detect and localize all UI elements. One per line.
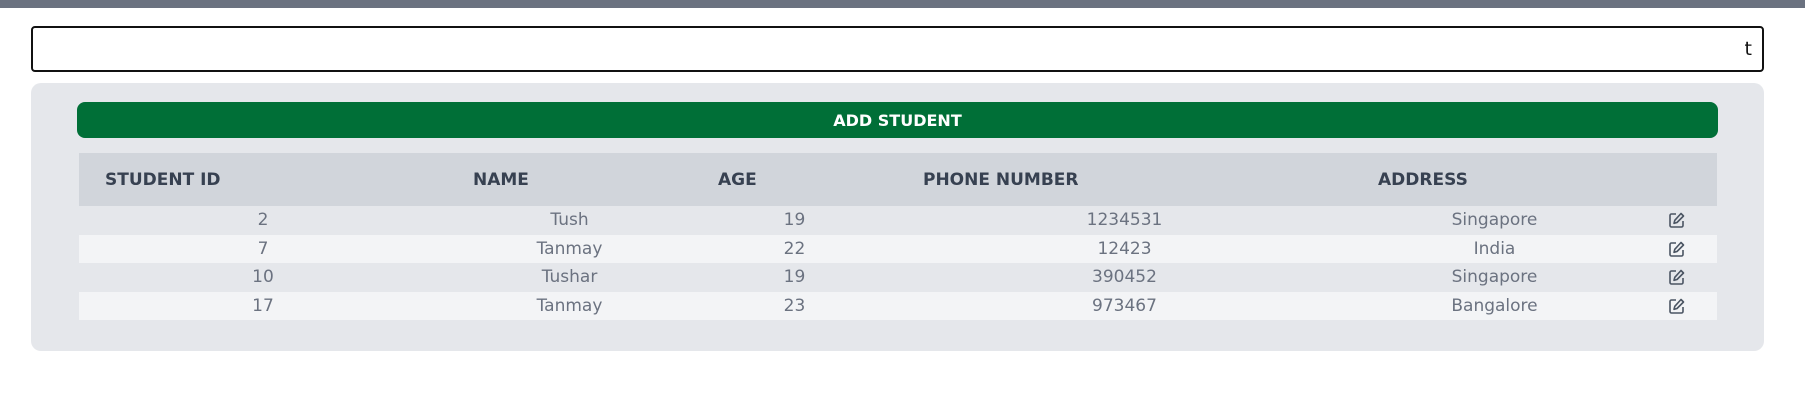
table-row: 10 Tushar 19 390452 Singapore (79, 263, 1717, 292)
cell-phone: 973467 (1092, 295, 1157, 316)
cell-name: Tushar (541, 267, 598, 288)
cell-address: Bangalore (1451, 295, 1538, 316)
table-row: 7 Tanmay 22 12423 India (79, 234, 1717, 264)
header-student-id: STUDENT ID (105, 169, 221, 190)
add-student-button[interactable]: ADD STUDENT (77, 102, 1718, 138)
cell-actions (1637, 235, 1717, 264)
cell-actions (1637, 292, 1717, 321)
cell-name: Tush (550, 210, 589, 231)
cell-address: Singapore (1451, 267, 1538, 288)
edit-icon[interactable] (1668, 240, 1686, 258)
header-address: ADDRESS (1378, 169, 1468, 190)
students-panel: ADD STUDENT STUDENT ID NAME AGE PHONE NU… (31, 83, 1764, 351)
cell-age: 19 (783, 267, 806, 288)
cell-address: Singapore (1451, 210, 1538, 231)
students-table: STUDENT ID NAME AGE PHONE NUMBER ADDRESS… (79, 153, 1717, 320)
cell-student-id: 2 (257, 210, 269, 231)
cell-phone: 1234531 (1086, 210, 1163, 231)
search-input[interactable] (33, 28, 1762, 70)
table-row: 17 Tanmay 23 973467 Bangalore (79, 291, 1717, 321)
cell-age: 19 (783, 210, 806, 231)
cell-actions (1637, 206, 1717, 235)
header-phone-number: PHONE NUMBER (923, 169, 1079, 190)
cell-phone: 12423 (1097, 238, 1152, 259)
header-actions (1637, 153, 1717, 206)
table-row: 2 Tush 19 1234531 Singapore (79, 206, 1717, 235)
cell-age: 22 (783, 238, 806, 259)
cell-student-id: 7 (257, 238, 269, 259)
table-header-row: STUDENT ID NAME AGE PHONE NUMBER ADDRESS (79, 153, 1717, 206)
cell-address: India (1473, 238, 1516, 259)
edit-icon[interactable] (1668, 297, 1686, 315)
cell-student-id: 17 (252, 295, 274, 316)
cell-name: Tanmay (536, 295, 603, 316)
cell-name: Tanmay (536, 238, 603, 259)
cell-student-id: 10 (252, 267, 274, 288)
header-name: NAME (473, 169, 529, 190)
edit-icon[interactable] (1668, 211, 1686, 229)
cell-phone: 390452 (1092, 267, 1157, 288)
header-age: AGE (718, 169, 757, 190)
search-box[interactable] (31, 26, 1764, 72)
edit-icon[interactable] (1668, 268, 1686, 286)
top-bar (0, 0, 1805, 8)
cell-actions (1637, 263, 1717, 292)
cell-age: 23 (783, 295, 806, 316)
students-table-container: STUDENT ID NAME AGE PHONE NUMBER ADDRESS… (79, 153, 1717, 320)
